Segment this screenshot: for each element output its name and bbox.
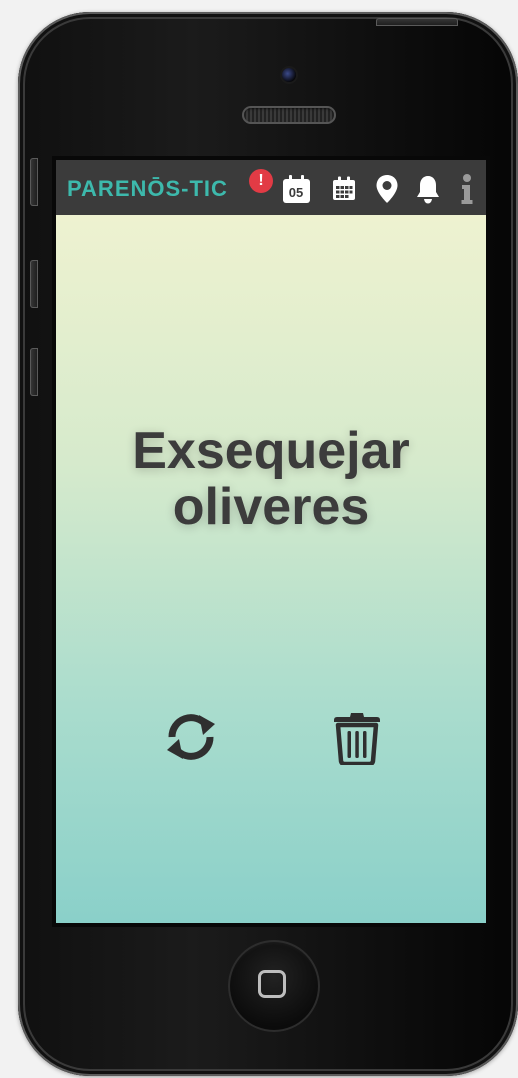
task-title: Exsequejar oliveres: [132, 422, 410, 536]
app-screen: PARENŌS-TIC ! 05 Exsequejar oliveres: [56, 160, 486, 923]
app-logo[interactable]: PARENŌS-TIC: [67, 176, 228, 202]
info-icon[interactable]: [452, 174, 482, 204]
task-card: Exsequejar oliveres: [56, 215, 486, 923]
location-pin-icon[interactable]: [372, 174, 402, 204]
app-header: PARENŌS-TIC ! 05: [56, 160, 486, 215]
calendar-day-number: 05: [288, 185, 304, 200]
calendar-month-icon[interactable]: [329, 174, 359, 204]
volume-up-button: [30, 260, 38, 308]
power-button: [376, 18, 458, 26]
mute-switch: [30, 158, 38, 206]
volume-down-button: [30, 348, 38, 396]
front-camera: [282, 68, 296, 82]
refresh-button[interactable]: [159, 705, 223, 769]
home-square-icon: [258, 970, 286, 998]
calendar-day-icon[interactable]: 05: [281, 174, 311, 204]
delete-button[interactable]: [325, 705, 389, 769]
bell-icon[interactable]: [413, 174, 443, 204]
earpiece-speaker: [242, 106, 336, 124]
trash-icon: [334, 713, 380, 765]
refresh-icon: [167, 714, 215, 760]
home-button[interactable]: [228, 940, 320, 1032]
alert-badge[interactable]: !: [249, 169, 273, 193]
